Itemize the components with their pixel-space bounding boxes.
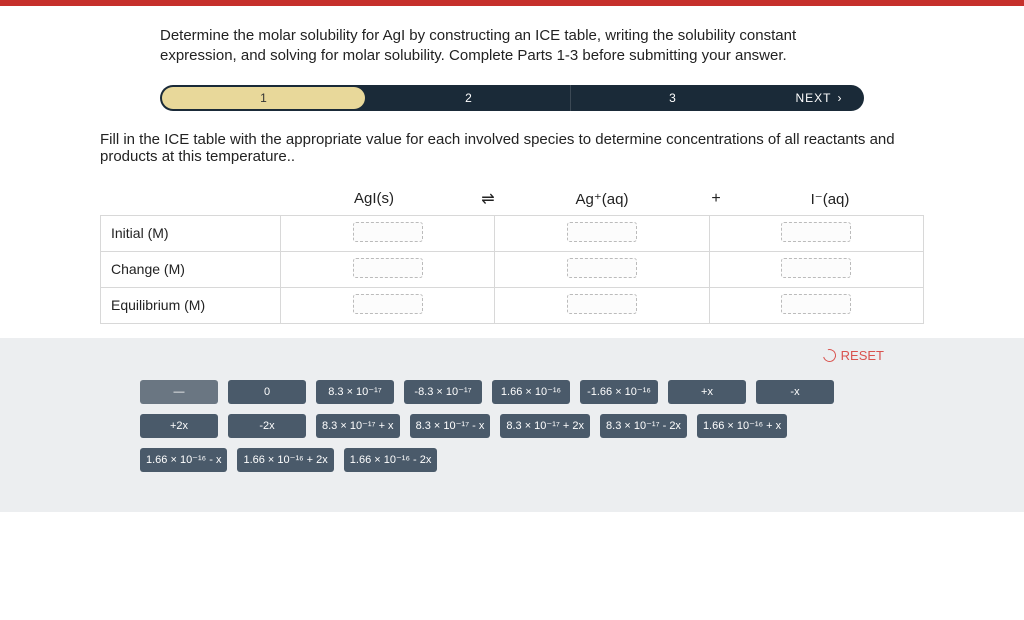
answer-tile[interactable]: 1.66 × 10⁻¹⁶ + 2x (237, 448, 333, 472)
drop-slot[interactable] (567, 222, 637, 242)
row-label-equil: Equilibrium (M) (101, 287, 281, 323)
step-3[interactable]: 3 (571, 91, 774, 105)
answer-tile[interactable]: — (140, 380, 218, 404)
answer-tile[interactable]: 8.3 × 10⁻¹⁷ - x (410, 414, 491, 438)
drop-slot[interactable] (353, 222, 423, 242)
step-progress: 1 2 3 NEXT › (160, 85, 864, 111)
table-row: Initial (M) (101, 215, 924, 251)
tile-bank: — 0 8.3 × 10⁻¹⁷ -8.3 × 10⁻¹⁷ 1.66 × 10⁻¹⁶ -1.… (0, 352, 1024, 472)
next-button[interactable]: NEXT › (774, 91, 864, 105)
row-label-change: Change (M) (101, 251, 281, 287)
answer-tile[interactable]: 0 (228, 380, 306, 404)
drop-slot[interactable] (353, 258, 423, 278)
answer-tile[interactable]: 8.3 × 10⁻¹⁷ + 2x (500, 414, 590, 438)
next-label: NEXT (795, 91, 831, 105)
drop-slot[interactable] (567, 258, 637, 278)
answer-tile[interactable]: -x (756, 380, 834, 404)
drop-slot[interactable] (781, 294, 851, 314)
ice-table: Initial (M) Change (M) Equilibrium (M) (100, 215, 924, 324)
answer-tile[interactable]: +x (668, 380, 746, 404)
drop-slot[interactable] (781, 258, 851, 278)
answer-tile[interactable]: -1.66 × 10⁻¹⁶ (580, 380, 658, 404)
equilibrium-arrow-icon: ⇌ (468, 189, 508, 209)
instruction-text: Fill in the ICE table with the appropria… (100, 131, 924, 179)
chevron-right-icon: › (838, 91, 843, 105)
drop-slot[interactable] (567, 294, 637, 314)
step-2[interactable]: 2 (367, 91, 570, 105)
species-ag-plus: Ag⁺(aq) (508, 190, 696, 208)
answer-tile[interactable]: 8.3 × 10⁻¹⁷ (316, 380, 394, 404)
table-row: Equilibrium (M) (101, 287, 924, 323)
reset-label: RESET (841, 348, 884, 363)
answer-tile[interactable]: 1.66 × 10⁻¹⁶ (492, 380, 570, 404)
answer-tile[interactable]: 1.66 × 10⁻¹⁶ + x (697, 414, 787, 438)
answer-tile[interactable]: +2x (140, 414, 218, 438)
answer-tile[interactable]: 8.3 × 10⁻¹⁷ - 2x (600, 414, 687, 438)
drop-slot[interactable] (781, 222, 851, 242)
species-agi: AgI(s) (280, 190, 468, 207)
reset-button[interactable]: RESET (823, 348, 884, 363)
answer-tile[interactable]: 8.3 × 10⁻¹⁷ + x (316, 414, 400, 438)
row-label-initial: Initial (M) (101, 215, 281, 251)
step-1[interactable]: 1 (162, 87, 365, 109)
table-row: Change (M) (101, 251, 924, 287)
answer-tile[interactable]: 1.66 × 10⁻¹⁶ - 2x (344, 448, 438, 472)
reset-icon (820, 346, 838, 364)
drop-slot[interactable] (353, 294, 423, 314)
tile-bank-area: RESET — 0 8.3 × 10⁻¹⁷ -8.3 × 10⁻¹⁷ 1.66 × 10… (0, 338, 1024, 512)
answer-tile[interactable]: 1.66 × 10⁻¹⁶ - x (140, 448, 227, 472)
species-i-minus: I⁻(aq) (736, 190, 924, 208)
answer-tile[interactable]: -8.3 × 10⁻¹⁷ (404, 380, 482, 404)
plus-sign: + (696, 190, 736, 208)
question-text: Determine the molar solubility for AgI b… (160, 26, 864, 67)
answer-tile[interactable]: -2x (228, 414, 306, 438)
equation-header: AgI(s) ⇌ Ag⁺(aq) + I⁻(aq) (100, 179, 924, 215)
